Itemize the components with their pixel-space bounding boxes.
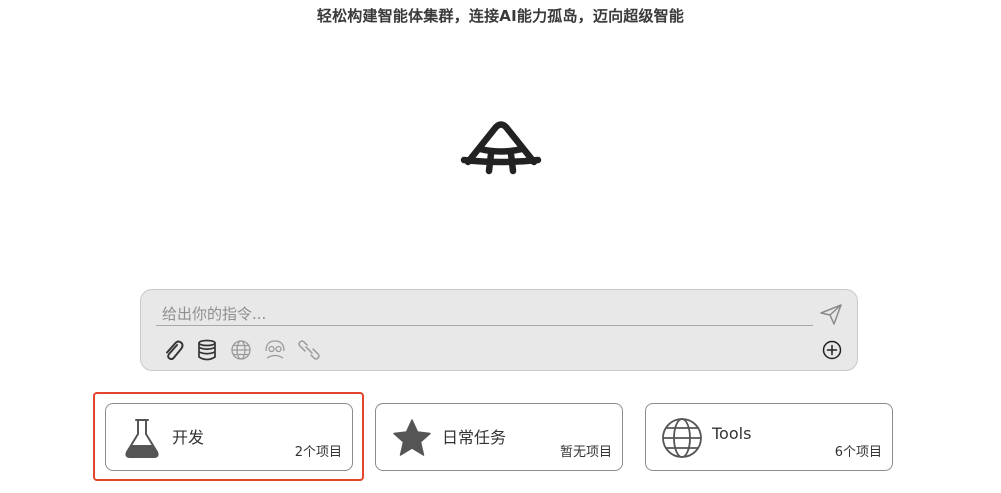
card-count: 暂无项目 xyxy=(559,445,612,460)
paperclip-icon[interactable] xyxy=(161,338,185,362)
globe-icon[interactable] xyxy=(229,338,253,362)
card-count: 2个项目 xyxy=(294,445,342,460)
ai-logo-icon xyxy=(460,121,542,175)
prompt-input[interactable] xyxy=(156,302,813,326)
chain-link-icon[interactable] xyxy=(297,338,321,362)
flask-icon xyxy=(125,419,159,458)
database-stack-icon[interactable] xyxy=(195,338,219,362)
tagline: 轻松构建智能体集群，连接AI能力孤岛，迈向超级智能 xyxy=(316,7,685,25)
plus-circle-icon[interactable] xyxy=(821,339,843,361)
send-arrow-icon[interactable] xyxy=(818,301,844,327)
project-card-dev[interactable]: 开发 2个项目 xyxy=(105,403,353,471)
card-title: 开发 xyxy=(172,428,205,447)
card-title: 日常任务 xyxy=(442,428,507,447)
project-card-tools[interactable]: Tools 6个项目 xyxy=(645,403,893,471)
card-title: Tools xyxy=(712,424,752,443)
home-page: 轻松构建智能体集群，连接AI能力孤岛，迈向超级智能 给出你的指令... 开发 2… xyxy=(0,0,1001,493)
star-icon xyxy=(393,419,431,456)
composer-toolbar xyxy=(161,338,321,362)
prompt-composer xyxy=(140,289,858,371)
project-card-daily-tasks[interactable]: 日常任务 暂无项目 xyxy=(375,403,623,471)
globe-icon xyxy=(662,418,702,458)
card-count: 6个项目 xyxy=(834,445,882,460)
agent-face-icon[interactable] xyxy=(263,338,287,362)
